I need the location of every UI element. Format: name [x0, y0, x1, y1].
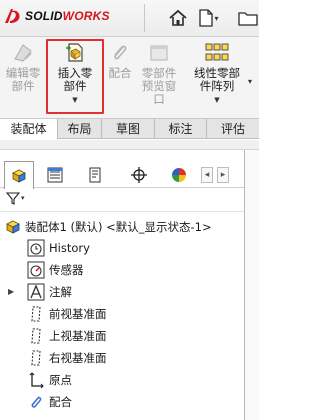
- tab-markup[interactable]: 标注: [155, 119, 207, 139]
- tree-item-top-plane[interactable]: 上视基准面: [26, 325, 107, 346]
- tree-item-origin[interactable]: 原点: [26, 369, 72, 390]
- mate-button[interactable]: 配合: [104, 39, 136, 80]
- tree-item-right-plane[interactable]: 右视基准面: [26, 347, 107, 368]
- color-wheel-icon: [172, 167, 186, 182]
- assembly-icon: [6, 220, 20, 234]
- crosshair-icon: [131, 166, 147, 183]
- tab-dimxpert[interactable]: [124, 161, 154, 188]
- tree-item-annotations[interactable]: 注解: [26, 281, 72, 302]
- ds-logo-icon: [5, 9, 20, 23]
- logo-text: SOLIDWORKS: [25, 9, 110, 23]
- configuration-icon: [89, 167, 101, 182]
- tabs-scroll-left-icon[interactable]: ◂: [201, 167, 213, 183]
- linear-pattern-button[interactable]: 线性零部 件阵列 ▼: [186, 39, 248, 104]
- plane-icon: [26, 348, 46, 368]
- tree-item-label: History: [49, 240, 90, 255]
- solidworks-logo: SOLIDWORKS: [3, 7, 110, 25]
- paperclip-icon: [106, 39, 134, 67]
- tree-item-sensors[interactable]: 传感器: [26, 259, 84, 280]
- tree-item-label: 原点: [49, 372, 72, 387]
- tab-display-manager[interactable]: [164, 161, 194, 188]
- tree-item-label: 注解: [49, 284, 72, 299]
- title-bar: SOLIDWORKS ▾: [0, 0, 259, 37]
- edit-part-button[interactable]: 编辑零 部件: [4, 39, 42, 93]
- home-button[interactable]: [166, 6, 190, 30]
- tree-item-history[interactable]: History: [26, 237, 90, 258]
- tabs-scroll-right-icon[interactable]: ▸: [217, 167, 229, 183]
- command-manager-tabs: 装配体 布局 草图 标注 评估: [0, 118, 259, 139]
- tab-feature-manager[interactable]: [4, 161, 34, 189]
- tab-configuration-manager[interactable]: [80, 161, 110, 188]
- quick-access-separator: [144, 4, 145, 32]
- insert-part-highlight: [46, 39, 104, 114]
- tab-sketch[interactable]: 草图: [102, 119, 155, 139]
- tree-item-label: 配合: [49, 394, 72, 409]
- new-document-button[interactable]: ▾: [196, 6, 222, 30]
- assembly-tree-icon: [12, 169, 26, 183]
- plane-icon: [26, 326, 46, 346]
- chevron-down-icon[interactable]: ▼: [214, 96, 219, 104]
- linear-pattern-icon: [203, 39, 231, 67]
- filter-divider: [0, 211, 244, 212]
- chevron-down-icon[interactable]: ▾: [21, 194, 25, 202]
- tree-item-front-plane[interactable]: 前视基准面: [26, 303, 107, 324]
- tab-layout[interactable]: 布局: [58, 119, 102, 139]
- sensor-icon: [26, 260, 46, 280]
- tree-filter[interactable]: ▾: [6, 191, 25, 205]
- tree-item-label: 右视基准面: [49, 350, 107, 365]
- command-ribbon: 编辑零 部件 插入零 部件 ▼ 配合 零部件 预览窗 口 线性零部 件阵列 ▼ …: [0, 37, 259, 118]
- tree-root-assembly[interactable]: 装配体1 (默认) <默认_显示状态-1>: [4, 217, 212, 237]
- edit-part-label: 编辑零 部件: [5, 66, 41, 93]
- home-icon: [169, 9, 187, 26]
- filter-icon: [6, 192, 20, 205]
- plane-icon: [26, 304, 46, 324]
- chevron-down-icon[interactable]: ▾: [214, 14, 218, 23]
- panel-header-band: [0, 140, 259, 150]
- graphics-area[interactable]: [245, 150, 259, 420]
- tree-root-label: 装配体1 (默认) <默认_显示状态-1>: [25, 220, 212, 234]
- tab-property-manager[interactable]: [40, 161, 70, 188]
- mate-label: 配合: [108, 66, 132, 80]
- tree-item-label: 传感器: [49, 262, 84, 277]
- paperclip-icon: [26, 392, 46, 412]
- tree-item-mates[interactable]: 配合: [26, 391, 72, 412]
- linear-pattern-label: 线性零部 件阵列: [194, 66, 240, 93]
- panel-tabs: ◂ ▸: [0, 161, 244, 189]
- open-folder-icon: [237, 12, 258, 26]
- tree-item-label: 上视基准面: [49, 328, 107, 343]
- tree-item-label: 前视基准面: [49, 306, 107, 321]
- property-list-icon: [47, 167, 63, 182]
- open-button[interactable]: [236, 6, 259, 30]
- preview-window-icon: [145, 39, 173, 67]
- preview-window-label: 零部件 预览窗 口: [141, 66, 177, 106]
- history-icon: [26, 238, 46, 258]
- ribbon-more-chevron-icon[interactable]: ▾: [248, 77, 252, 86]
- edit-part-icon: [9, 39, 37, 67]
- origin-icon: [26, 370, 46, 390]
- annotation-icon: [26, 282, 46, 302]
- tab-evaluate[interactable]: 评估: [207, 119, 259, 139]
- preview-window-button[interactable]: 零部件 预览窗 口: [138, 39, 180, 106]
- new-document-icon: [199, 9, 214, 27]
- expand-arrow-icon[interactable]: ▶: [8, 287, 14, 296]
- tab-assembly[interactable]: 装配体: [0, 119, 58, 139]
